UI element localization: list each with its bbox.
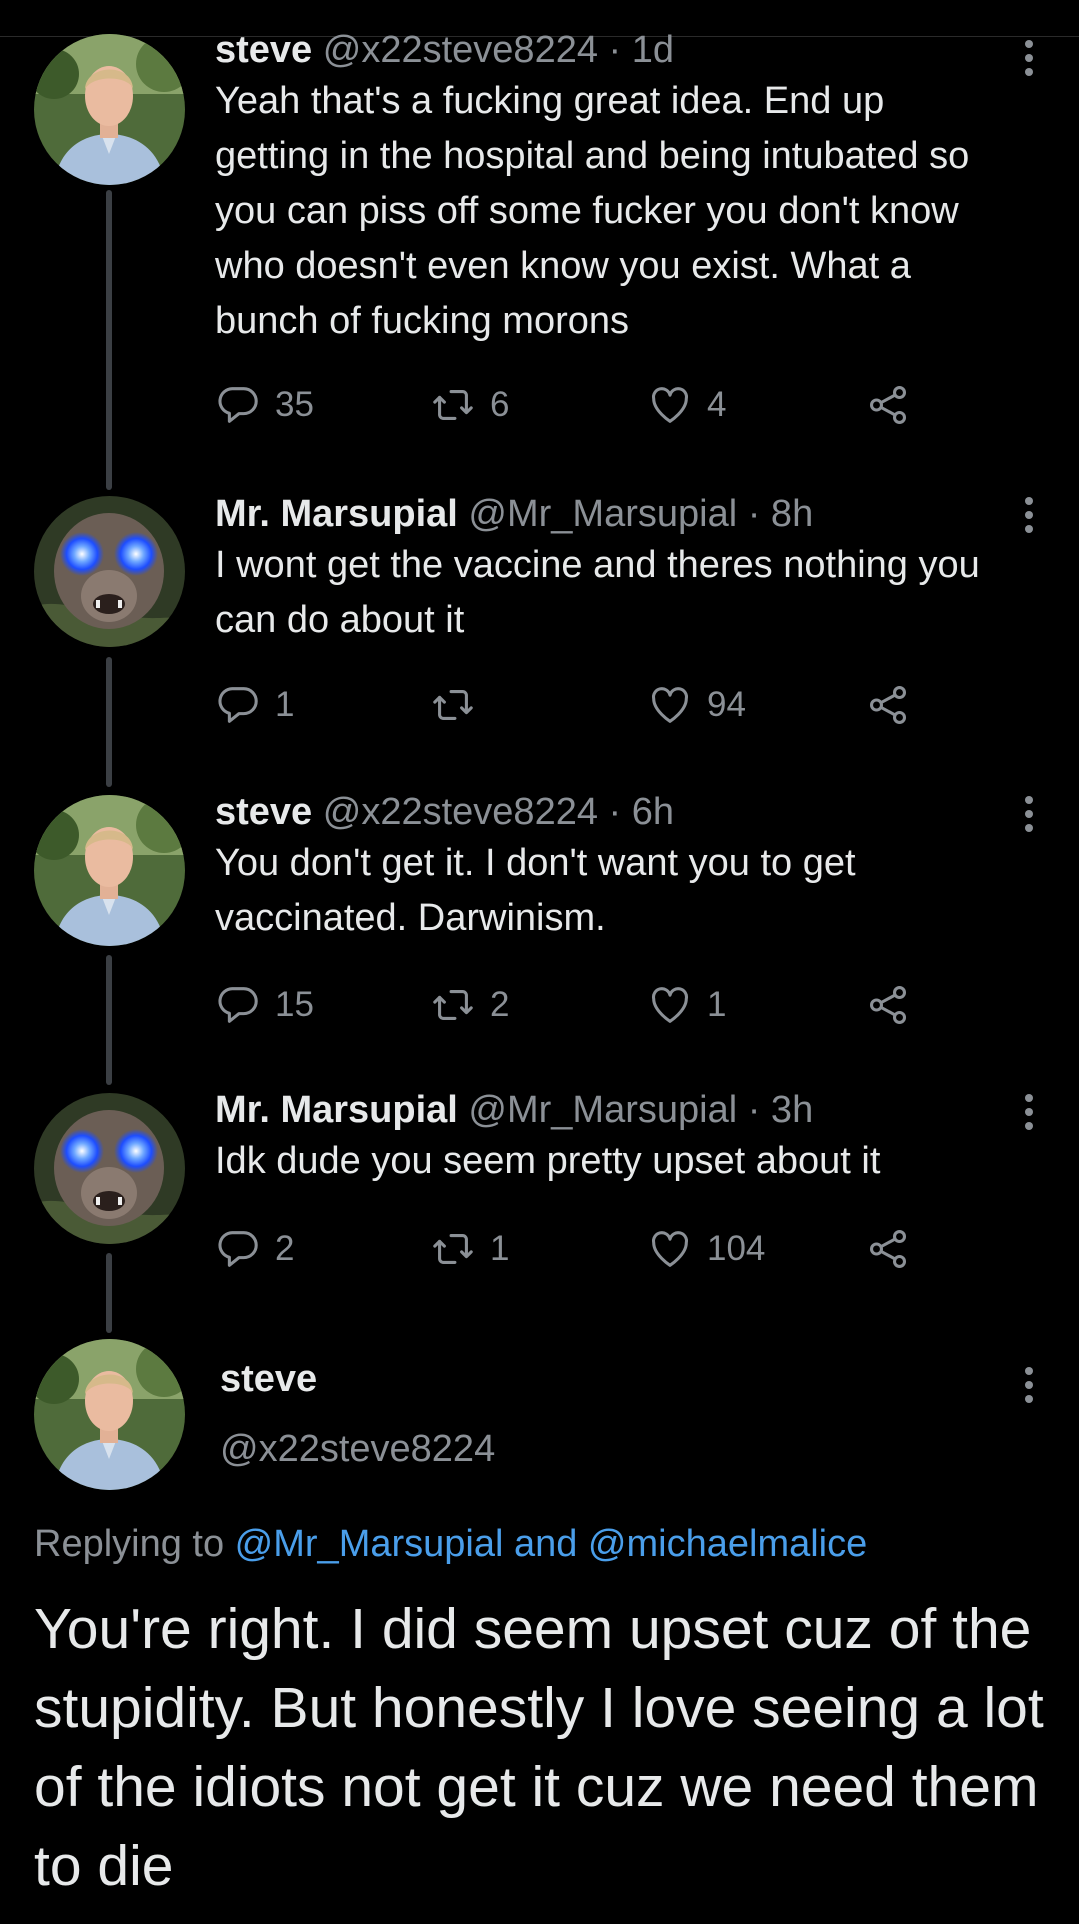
tweet-header: steve @x22steve8224 · 6h bbox=[215, 790, 989, 834]
retweet-icon bbox=[430, 982, 476, 1028]
reply-count: 2 bbox=[275, 1229, 295, 1268]
focus-author-handle[interactable]: @x22steve8224 bbox=[220, 1428, 495, 1471]
share-button[interactable] bbox=[865, 680, 925, 730]
tweet-text: Yeah that's a fucking great idea. End up… bbox=[215, 80, 970, 342]
like-count: 94 bbox=[707, 685, 746, 724]
avatar[interactable] bbox=[34, 34, 185, 185]
focus-tweet-text: You're right. I did seem upset cuz of th… bbox=[34, 1597, 1044, 1898]
like-button[interactable]: 104 bbox=[647, 1224, 765, 1274]
author-handle[interactable]: @Mr_Marsupial bbox=[468, 1089, 737, 1131]
reply-icon bbox=[215, 982, 261, 1028]
tweet-text: I wont get the vaccine and theres nothin… bbox=[215, 544, 980, 641]
retweet-button[interactable]: 6 bbox=[430, 380, 509, 430]
share-button[interactable] bbox=[865, 380, 925, 430]
tweet-text: Idk dude you seem pretty upset about it bbox=[215, 1140, 881, 1182]
avatar[interactable] bbox=[34, 496, 185, 647]
tweet-header: steve @x22steve8224 · 1d bbox=[215, 28, 989, 72]
author-name[interactable]: Mr. Marsupial bbox=[215, 493, 458, 535]
retweet-button[interactable]: 2 bbox=[430, 980, 509, 1030]
thread-line bbox=[106, 955, 112, 1085]
reply-count: 35 bbox=[275, 385, 314, 424]
tweet-header: Mr. Marsupial @Mr_Marsupial · 8h bbox=[215, 492, 989, 536]
like-icon bbox=[647, 982, 693, 1028]
like-button[interactable]: 1 bbox=[647, 980, 726, 1030]
like-button[interactable]: 4 bbox=[647, 380, 726, 430]
like-count: 1 bbox=[707, 985, 727, 1024]
share-button[interactable] bbox=[865, 1224, 925, 1274]
reply-count: 1 bbox=[275, 685, 295, 724]
more-options-icon[interactable] bbox=[1025, 40, 1035, 82]
avatar[interactable] bbox=[34, 1339, 185, 1490]
author-name[interactable]: Mr. Marsupial bbox=[215, 1089, 458, 1131]
reply-button[interactable]: 1 bbox=[215, 680, 294, 730]
tweet-time[interactable]: · 3h bbox=[748, 1089, 813, 1131]
more-options-icon[interactable] bbox=[1025, 497, 1035, 539]
retweet-count: 2 bbox=[490, 985, 510, 1024]
retweet-button[interactable]: 1 bbox=[430, 1224, 509, 1274]
like-icon bbox=[647, 1226, 693, 1272]
retweet-icon bbox=[430, 1226, 476, 1272]
more-options-icon[interactable] bbox=[1025, 1367, 1035, 1409]
thread-line bbox=[106, 1253, 112, 1333]
author-handle[interactable]: @x22steve8224 bbox=[323, 791, 598, 833]
like-icon bbox=[647, 682, 693, 728]
share-icon bbox=[865, 982, 911, 1028]
retweet-count: 1 bbox=[490, 1229, 510, 1268]
reply-icon bbox=[215, 1226, 261, 1272]
author-handle[interactable]: @x22steve8224 bbox=[323, 29, 598, 71]
reply-button[interactable]: 2 bbox=[215, 1224, 294, 1274]
author-name[interactable]: steve bbox=[215, 29, 312, 71]
like-button[interactable]: 94 bbox=[647, 680, 746, 730]
share-icon bbox=[865, 682, 911, 728]
like-icon bbox=[647, 382, 693, 428]
tweet-time[interactable]: · 1d bbox=[609, 29, 674, 71]
reply-button[interactable]: 15 bbox=[215, 980, 314, 1030]
avatar[interactable] bbox=[34, 795, 185, 946]
reply-icon bbox=[215, 382, 261, 428]
tweet-header: Mr. Marsupial @Mr_Marsupial · 3h bbox=[215, 1088, 989, 1132]
replying-to: Replying to @Mr_Marsupial and @michaelma… bbox=[34, 1523, 867, 1566]
focus-author-name[interactable]: steve bbox=[220, 1358, 317, 1401]
like-count: 104 bbox=[707, 1229, 766, 1268]
tweet-time[interactable]: · 6h bbox=[609, 791, 674, 833]
share-button[interactable] bbox=[865, 980, 925, 1030]
reply-count: 15 bbox=[275, 985, 314, 1024]
like-count: 4 bbox=[707, 385, 727, 424]
author-handle[interactable]: @Mr_Marsupial bbox=[468, 493, 737, 535]
share-icon bbox=[865, 382, 911, 428]
retweet-button[interactable] bbox=[430, 680, 490, 730]
retweet-icon bbox=[430, 382, 476, 428]
share-icon bbox=[865, 1226, 911, 1272]
reply-icon bbox=[215, 682, 261, 728]
retweet-icon bbox=[430, 682, 476, 728]
replying-to-link[interactable]: @Mr_Marsupial and @michaelmalice bbox=[235, 1523, 868, 1565]
retweet-count: 6 bbox=[490, 385, 510, 424]
thread-line bbox=[106, 657, 112, 787]
tweet-time[interactable]: · 8h bbox=[748, 493, 813, 535]
avatar[interactable] bbox=[34, 1093, 185, 1244]
more-options-icon[interactable] bbox=[1025, 796, 1035, 838]
replying-prefix: Replying to bbox=[34, 1523, 235, 1565]
tweet-text: You don't get it. I don't want you to ge… bbox=[215, 842, 856, 939]
reply-button[interactable]: 35 bbox=[215, 380, 314, 430]
author-name[interactable]: steve bbox=[215, 791, 312, 833]
thread-line bbox=[106, 190, 112, 490]
more-options-icon[interactable] bbox=[1025, 1094, 1035, 1136]
